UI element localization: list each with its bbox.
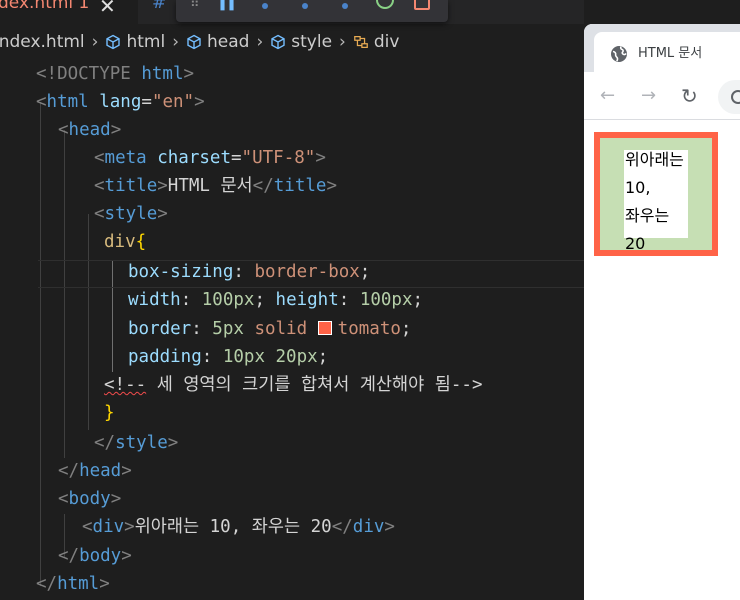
drag-grip-icon[interactable]: ⠿: [190, 0, 201, 11]
chevron-right-icon: ›: [256, 32, 264, 52]
tab-index-html[interactable]: dex.html 1 ✕: [0, 0, 138, 24]
code-line-2: <html lang="en">: [36, 92, 205, 112]
element-cube-icon: [271, 34, 285, 50]
stop-icon[interactable]: [414, 0, 430, 10]
code-line-6: <style>: [94, 204, 168, 224]
chevron-right-icon: ›: [339, 32, 346, 52]
code-line-19: </html>: [36, 574, 110, 594]
address-bar[interactable]: [718, 80, 740, 114]
code-line-12: <!-- 세 영역의 크기를 합쳐서 계산해야 됨-->: [104, 375, 483, 395]
search-icon: [731, 90, 740, 104]
code-line-14: </style>: [94, 433, 179, 453]
code-line-13: }: [104, 403, 115, 423]
page-viewport: 위아래는 10, 좌우는 20: [584, 121, 740, 600]
breadcrumb-style[interactable]: style: [270, 32, 332, 52]
element-cube-icon: [187, 34, 201, 50]
step-out-icon[interactable]: [342, 3, 348, 9]
code-line-10: border: 5px solid tomato;: [128, 319, 412, 339]
pause-icon[interactable]: ❚❚: [218, 0, 236, 12]
indent-guide: [40, 102, 41, 586]
browser-tab[interactable]: HTML 문서: [594, 32, 740, 72]
color-swatch-tomato[interactable]: [317, 321, 332, 335]
globe-icon: [611, 46, 627, 62]
restart-icon[interactable]: [376, 0, 394, 9]
selector-icon: [353, 36, 368, 48]
breadcrumb-file[interactable]: index.html: [0, 32, 85, 52]
code-line-17: <div>위아래는 10, 좌우는 20</div>: [82, 517, 395, 537]
back-arrow-icon[interactable]: ←: [600, 84, 615, 108]
code-line-15: </head>: [58, 461, 132, 481]
code-line-9: width: 100px; height: 100px;: [128, 290, 424, 310]
chevron-right-icon: ›: [91, 32, 99, 52]
rendered-div-text: 위아래는 10, 좌우는 20: [625, 150, 684, 253]
tab-label: dex.html 1: [0, 0, 90, 13]
tab-css-file[interactable]: #: [152, 0, 166, 13]
forward-arrow-icon[interactable]: →: [641, 84, 656, 108]
reload-icon[interactable]: ↻: [681, 84, 698, 108]
browser-toolbar: ← → ↻: [584, 72, 740, 120]
breadcrumb-head[interactable]: head: [186, 32, 249, 52]
code-line-3: <head>: [58, 120, 122, 140]
code-line-4: <meta charset="UTF-8">: [94, 148, 326, 168]
code-line-8: box-sizing: border-box;: [128, 262, 371, 282]
breadcrumb-html[interactable]: html: [105, 32, 165, 52]
code-line-11: padding: 10px 20px;: [128, 347, 329, 367]
chevron-right-icon: ›: [172, 32, 179, 52]
browser-window: HTML 문서 ← → ↻ 위아래는 10, 좌우는 20: [584, 24, 740, 600]
code-line-5: <title>HTML 문서</title>: [94, 176, 337, 196]
code-editor[interactable]: <!DOCTYPE html> <html lang="en"> <head> …: [0, 56, 584, 600]
browser-tab-title: HTML 문서: [638, 46, 703, 61]
step-into-icon[interactable]: [302, 3, 308, 9]
close-icon[interactable]: ✕: [99, 0, 116, 18]
editor-tab-bar: dex.html 1 ✕ # ⠿ ❚❚: [0, 0, 584, 24]
indent-guide: [64, 130, 65, 458]
code-line-18: </body>: [58, 546, 132, 566]
code-line-16: <body>: [58, 489, 122, 509]
element-cube-icon: [106, 34, 121, 50]
code-line-7: div{: [104, 232, 147, 252]
browser-tab-strip: HTML 문서: [584, 24, 740, 72]
indent-guide: [88, 214, 89, 430]
breadcrumb-div[interactable]: div: [353, 32, 399, 52]
code-line-1: <!DOCTYPE html>: [36, 64, 195, 84]
debug-toolbar: ⠿ ❚❚: [176, 0, 448, 22]
breadcrumb: index.html › html › head › style › div: [0, 30, 584, 54]
step-over-icon[interactable]: [262, 3, 268, 9]
